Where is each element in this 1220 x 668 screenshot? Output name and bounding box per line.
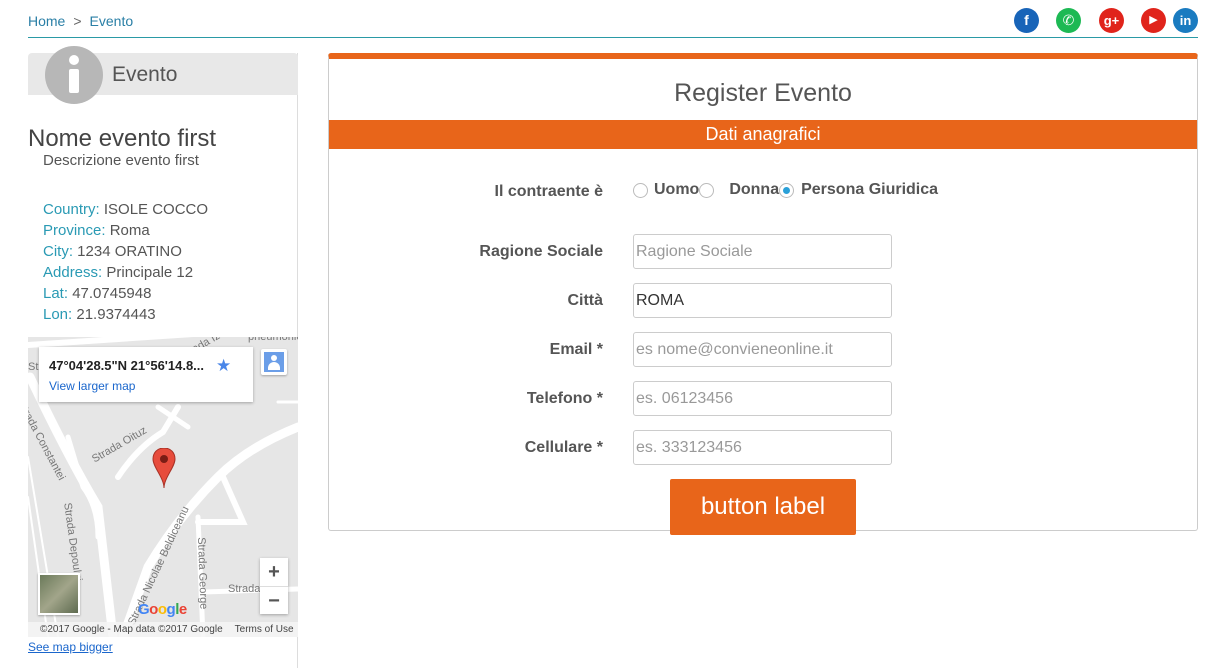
map-road-label: Strada <box>228 583 261 595</box>
submit-button[interactable]: button label <box>670 479 856 535</box>
detail-row-country: Country: ISOLE COCCO <box>43 201 209 218</box>
sidebar-title: Evento <box>112 63 178 86</box>
radio-button[interactable] <box>633 182 648 198</box>
telefono-label: Telefono * <box>526 390 603 407</box>
register-panel: Register Evento Dati anagrafici Il contr… <box>328 53 1198 535</box>
map-road-label: Strada George <box>195 537 210 610</box>
ragione-sociale-input[interactable] <box>633 234 892 269</box>
radio-persona-giuridica[interactable]: Persona Giuridica <box>779 181 938 199</box>
detail-row-lon: Lon: 21.9374443 <box>43 306 156 323</box>
sidebar-header: Evento <box>28 46 298 104</box>
cellulare-input[interactable] <box>633 430 892 465</box>
google-plus-icon[interactable]: g+ <box>1099 8 1124 33</box>
breadcrumb-home-link[interactable]: Home <box>28 13 65 29</box>
telefono-input[interactable] <box>633 381 892 416</box>
see-map-bigger-link[interactable]: See map bigger <box>28 640 113 654</box>
detail-row-province: Province: Roma <box>43 222 150 239</box>
top-bar: Home > Evento f ✆ g+ ▶ in <box>28 8 1198 38</box>
event-name: Nome evento first <box>28 125 217 152</box>
map-road-label: pneumoniei <box>248 337 298 343</box>
street-view-person-icon[interactable] <box>261 349 287 375</box>
map-footer: ©2017 Google - Map data ©2017 Google Term… <box>28 622 298 637</box>
map-pin-icon[interactable] <box>152 448 176 490</box>
zoom-in-button[interactable]: + <box>260 558 288 586</box>
breadcrumb: Home > Evento <box>28 13 133 29</box>
google-logo: Google <box>138 601 187 618</box>
section-header: Dati anagrafici <box>329 120 1197 149</box>
radio-donna[interactable]: Donna <box>699 181 779 199</box>
citta-input[interactable] <box>633 283 892 318</box>
cellulare-label: Cellulare * <box>524 439 603 456</box>
event-details: Country: ISOLE COCCO Province: Roma City… <box>43 199 208 325</box>
detail-row-lat: Lat: 47.0745948 <box>43 285 152 302</box>
radio-uomo[interactable]: Uomo <box>633 181 699 199</box>
map-zoom-controls: + − <box>260 558 288 614</box>
embedded-map[interactable]: Strada Constantei Strada Oituz Strada De… <box>28 337 298 637</box>
ragione-sociale-label: Ragione Sociale <box>479 243 603 260</box>
map-terms-link[interactable]: Terms of Use <box>235 624 294 635</box>
event-description: Descrizione evento first <box>43 152 199 169</box>
contraente-label: Il contraente è <box>494 183 603 200</box>
breadcrumb-current: Evento <box>89 13 134 29</box>
zoom-out-button[interactable]: − <box>260 586 288 614</box>
radio-button-checked[interactable] <box>779 182 795 198</box>
info-icon <box>45 46 103 104</box>
whatsapp-icon[interactable]: ✆ <box>1056 8 1081 33</box>
email-label: Email * <box>549 341 603 358</box>
contraente-radio-group: Uomo Donna Persona Giuridica <box>633 181 938 199</box>
social-links: f ✆ g+ ▶ in <box>1014 8 1198 34</box>
map-coordinates: 47°04'28.5"N 21°56'14.8... <box>49 358 205 373</box>
map-info-card: 47°04'28.5"N 21°56'14.8... ★ View larger… <box>39 347 253 402</box>
breadcrumb-separator: > <box>73 13 82 29</box>
detail-row-city: City: 1234 ORATINO <box>43 243 182 260</box>
satellite-toggle[interactable] <box>38 573 80 615</box>
citta-label: Città <box>567 292 603 309</box>
facebook-icon[interactable]: f <box>1014 8 1039 33</box>
view-larger-map-link[interactable]: View larger map <box>49 379 135 393</box>
detail-row-address: Address: Principale 12 <box>43 264 194 281</box>
email-input[interactable] <box>633 332 892 367</box>
youtube-icon[interactable]: ▶ <box>1141 8 1166 33</box>
linkedin-icon[interactable]: in <box>1173 8 1198 33</box>
sidebar: Evento Nome evento first Descrizione eve… <box>28 46 298 668</box>
star-icon[interactable]: ★ <box>216 356 231 376</box>
form-title: Register Evento <box>674 79 852 107</box>
radio-button[interactable] <box>699 182 715 198</box>
map-copyright: ©2017 Google - Map data ©2017 Google <box>40 624 223 635</box>
